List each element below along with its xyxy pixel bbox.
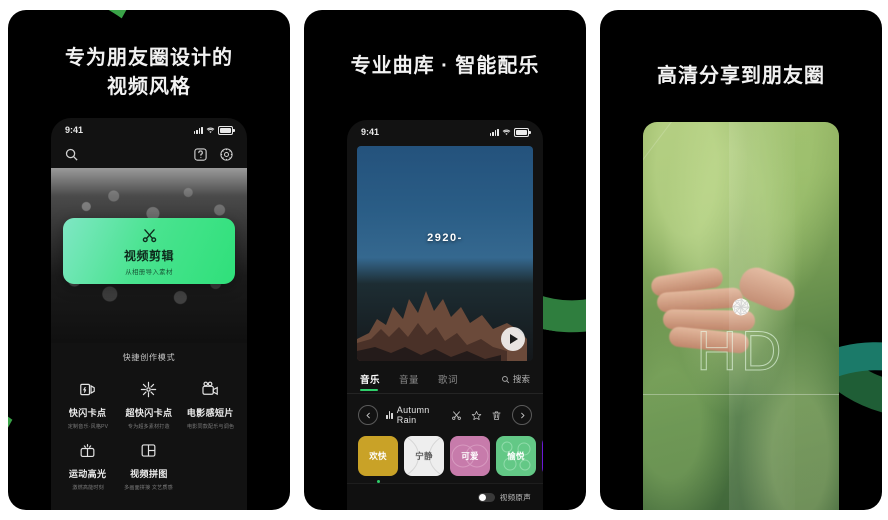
status-indicators — [489, 127, 531, 137]
search-button[interactable]: 搜索 — [501, 373, 530, 390]
mood-card[interactable]: 可爱 — [450, 436, 490, 476]
mood-label: 宁静 — [415, 451, 433, 461]
mood-card[interactable]: 宁静 — [404, 436, 444, 476]
promo-panel-2: 专业曲库 · 智能配乐 9:41 2920- 音乐 音量 歌词 搜索 Autum… — [304, 10, 586, 510]
glass-overlay-panel — [729, 122, 795, 510]
sparkle-icon — [139, 380, 158, 399]
mode-item-sport-highlight[interactable]: 运动高光 激燃高能时刻 — [57, 432, 118, 493]
phone-mockup-2: 9:41 2920- 音乐 音量 歌词 搜索 Autumn Rain 欢快 宁静… — [347, 120, 543, 510]
search-icon[interactable] — [64, 147, 79, 162]
phone-mockup-1: 9:41 视频剪辑 从相册导入素材 快捷创作模式 快闪卡点 定制音乐·风格PV … — [51, 118, 247, 510]
signal-icon — [489, 128, 499, 136]
top-bar-actions — [193, 147, 234, 162]
video-overlay-text: 2920- — [427, 232, 463, 244]
mode-item-super-flash[interactable]: 超快闪卡点 专为超多素材打造 — [118, 371, 179, 432]
track-row: Autumn Rain — [347, 394, 543, 425]
hero-bokeh-image: 视频剪辑 从相册导入素材 — [51, 168, 247, 343]
section-title: 快捷创作模式 — [122, 353, 176, 362]
mood-card[interactable]: 动感 — [542, 436, 543, 476]
star-icon[interactable] — [471, 410, 482, 421]
flash-clip-icon — [78, 380, 97, 399]
mood-list: 欢快 宁静 可爱 愉悦 动感 — [347, 425, 543, 483]
search-label: 搜索 — [512, 374, 530, 384]
collage-icon — [139, 441, 158, 460]
play-icon[interactable] — [501, 327, 525, 351]
mode-title: 电影感短片 — [186, 408, 234, 418]
mode-item-cinematic[interactable]: 电影感短片 电影同款配乐与调色 — [180, 371, 241, 432]
panel-3-headline: 高清分享到朋友圈 — [600, 62, 882, 91]
mood-card[interactable]: 愉悦 — [496, 436, 536, 476]
trash-icon[interactable] — [491, 410, 502, 421]
track-name: Autumn Rain — [396, 405, 430, 425]
glass-horizontal-line — [643, 394, 839, 395]
panel-2-headline: 专业曲库 · 智能配乐 — [304, 52, 586, 81]
headline-line-1: 专业曲库 · 智能配乐 — [350, 55, 540, 77]
battery-icon — [514, 127, 531, 137]
original-sound-label: 视频原声 — [499, 492, 531, 502]
scissors-icon — [141, 227, 158, 244]
mode-title: 快闪卡点 — [68, 408, 107, 418]
mode-item-flash[interactable]: 快闪卡点 定制音乐·风格PV — [57, 371, 118, 432]
hd-photo-preview: HD — [643, 122, 839, 510]
promo-panel-3: 高清分享到朋友圈 — [600, 10, 882, 510]
headline-line-1: 专为朋友圈设计的 — [65, 47, 233, 69]
mood-card-wrap-0: 欢快 — [358, 436, 398, 483]
mode-subtitle: 多画面拼接 文艺质感 — [124, 485, 174, 491]
cta-subtitle: 从相册导入素材 — [125, 268, 173, 276]
chevron-left-icon[interactable] — [358, 405, 378, 425]
mood-label: 愉悦 — [507, 451, 525, 461]
equalizer-icon — [386, 411, 393, 419]
mood-label: 可爱 — [461, 451, 479, 461]
status-time: 9:41 — [65, 125, 84, 135]
wifi-icon — [502, 128, 511, 137]
tab-lyrics[interactable]: 歌词 — [438, 372, 458, 391]
app-top-bar — [51, 140, 247, 168]
tab-volume[interactable]: 音量 — [399, 372, 419, 391]
mode-title: 超快闪卡点 — [125, 408, 173, 418]
editor-tabs: 音乐 音量 歌词 搜索 — [347, 361, 543, 391]
mode-grid: 快闪卡点 定制音乐·风格PV 超快闪卡点 专为超多素材打造 电影感短片 电影同款… — [51, 367, 247, 493]
status-bar: 9:41 — [347, 120, 543, 142]
chevron-right-icon[interactable] — [512, 405, 532, 425]
screenshot-stage: 专为朋友圈设计的 视频风格 9:41 视频剪辑 从相册导入素材 快捷创作模式 快… — [0, 0, 888, 520]
signal-icon — [193, 126, 203, 134]
mode-title: 视频拼图 — [130, 469, 168, 479]
status-time: 9:41 — [361, 127, 380, 137]
tab-music[interactable]: 音乐 — [360, 372, 380, 391]
headline-line-1: 高清分享到朋友圈 — [657, 65, 825, 87]
headline-line-2: 视频风格 — [107, 76, 191, 98]
panel-1-headline: 专为朋友圈设计的 视频风格 — [8, 44, 290, 102]
cta-title: 视频剪辑 — [123, 248, 174, 263]
wifi-icon — [206, 126, 215, 135]
scissors-icon[interactable] — [451, 410, 462, 421]
mode-item-collage[interactable]: 视频拼图 多画面拼接 文艺质感 — [118, 432, 179, 493]
video-edit-cta-button[interactable]: 视频剪辑 从相册导入素材 — [63, 218, 235, 284]
highlight-icon — [78, 441, 97, 460]
help-icon[interactable] — [193, 147, 208, 162]
gear-icon[interactable] — [219, 147, 234, 162]
search-icon — [501, 375, 510, 384]
mode-subtitle: 定制音乐·风格PV — [67, 424, 108, 430]
mood-label: 欢快 — [369, 451, 387, 461]
mode-subtitle: 电影同款配乐与调色 — [186, 424, 234, 430]
original-sound-toggle[interactable] — [477, 492, 495, 502]
mood-card[interactable]: 欢快 — [358, 436, 398, 476]
mode-title: 运动高光 — [68, 469, 107, 479]
battery-icon — [218, 125, 235, 135]
status-bar: 9:41 — [51, 118, 247, 140]
video-preview[interactable]: 2920- — [357, 146, 533, 361]
track-tools — [451, 410, 502, 421]
bottom-bar: 视频原声 — [347, 483, 543, 510]
current-track[interactable]: Autumn Rain — [386, 405, 445, 425]
camera-icon — [201, 380, 220, 399]
status-indicators — [193, 125, 235, 135]
mode-subtitle: 专为超多素材打造 — [127, 424, 170, 430]
promo-panel-1: 专为朋友圈设计的 视频风格 9:41 视频剪辑 从相册导入素材 快捷创作模式 快… — [8, 10, 290, 510]
mode-subtitle: 激燃高能时刻 — [71, 485, 104, 491]
